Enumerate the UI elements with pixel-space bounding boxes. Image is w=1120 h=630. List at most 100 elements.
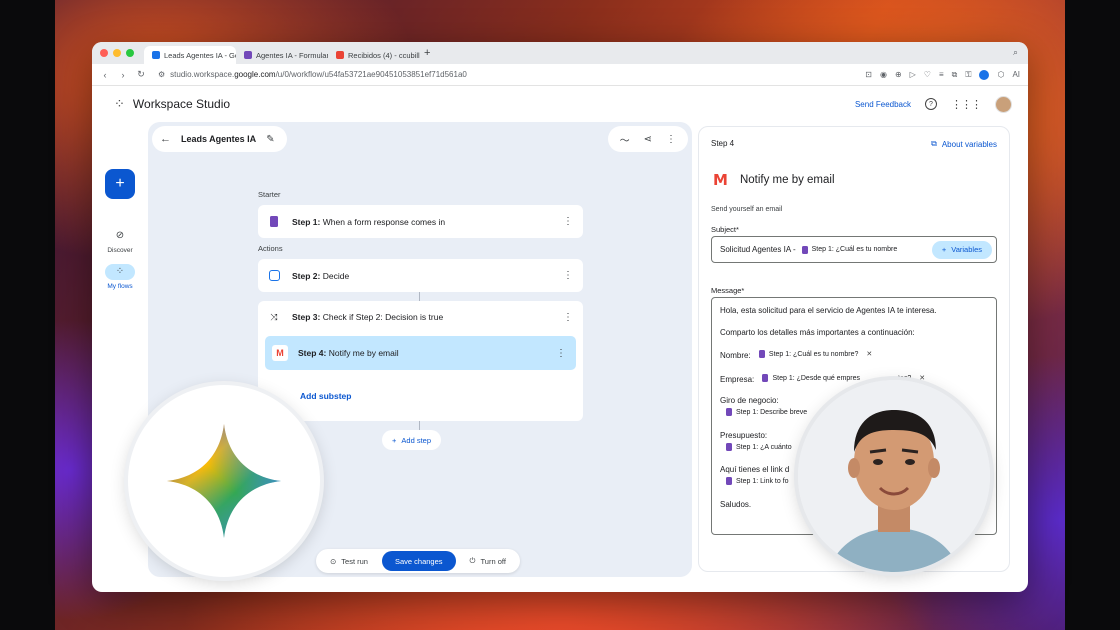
gmail-favicon-icon: [336, 51, 344, 59]
subject-input[interactable]: Solicitud Agentes IA - Step 1: ¿Cuál es …: [711, 236, 997, 263]
reading-list-icon[interactable]: ≡: [939, 70, 944, 79]
install-app-icon[interactable]: ⊡: [865, 70, 872, 79]
share-icon[interactable]: ⋖: [644, 134, 652, 145]
flow-action-bar: ⊙ Test run Save changes ⏻ Turn off: [316, 549, 520, 573]
create-flow-button[interactable]: +: [105, 169, 135, 199]
window-controls: [100, 49, 134, 57]
url-text: studio.workspace.google.com/u/0/workflow…: [170, 70, 467, 79]
url-field[interactable]: ⚙ studio.workspace.google.com/u/0/workfl…: [158, 70, 467, 79]
camera-icon[interactable]: ◉: [880, 70, 887, 79]
variable-chip[interactable]: Step 1: ¿A cuánto: [726, 443, 792, 451]
giro-label: Giro de negocio:: [720, 396, 779, 405]
translate-icon[interactable]: ⊕: [895, 70, 902, 79]
google-forms-icon: [726, 443, 732, 451]
rail-label: Discover: [107, 247, 133, 254]
gemini-spark-icon: [166, 423, 282, 539]
tab-bar: Leads Agentes IA - Goo Agentes IA - Form…: [92, 42, 1028, 64]
back-arrow-icon[interactable]: ←: [160, 133, 171, 145]
new-tab-icon[interactable]: +: [424, 47, 430, 59]
cube-icon[interactable]: ⬡: [997, 70, 1004, 79]
save-changes-button[interactable]: Save changes: [381, 551, 456, 571]
test-run-label: Test run: [341, 556, 368, 566]
gemini-badge: [128, 385, 320, 577]
letterbox-right: [1065, 0, 1120, 630]
header-actions: Send Feedback ? ⋮⋮⋮: [855, 95, 1012, 113]
apps-grid-icon[interactable]: ⋮⋮⋮: [951, 98, 982, 111]
connector-line: [419, 421, 420, 430]
maximize-window-button[interactable]: [126, 49, 134, 57]
reload-icon[interactable]: ↻: [136, 69, 146, 80]
back-arrow-icon[interactable]: ‹: [100, 70, 110, 80]
link-chip-line: Step 1: Link to fo: [726, 477, 789, 487]
address-bar: ‹ › ↻ ⚙ studio.workspace.google.com/u/0/…: [92, 64, 1028, 86]
add-step-label: Add step: [401, 435, 431, 445]
extension-blue-icon[interactable]: [979, 69, 990, 80]
more-vert-icon[interactable]: ⋮: [563, 270, 573, 281]
panel-description: Send yourself an email: [711, 206, 783, 213]
chip-label: Step 1: ¿Cuál es tu nombre: [811, 246, 898, 253]
activity-chart-icon[interactable]: 〜: [620, 132, 630, 147]
nombre-label: Nombre:: [720, 351, 751, 360]
workspace-studio-logo-icon: ⁘: [114, 96, 125, 111]
variables-button[interactable]: + Variables: [931, 240, 992, 259]
google-forms-icon: [726, 477, 732, 485]
minimize-window-button[interactable]: [113, 49, 121, 57]
browser-tab-2[interactable]: Agentes IA - Formulario: [236, 46, 328, 64]
starter-label: Starter: [258, 190, 281, 199]
more-vert-icon[interactable]: ⋮: [563, 312, 573, 323]
ai-label[interactable]: AI: [1012, 70, 1020, 79]
variable-chip[interactable]: Step 1: ¿Cuál es tu nombre? ✕: [758, 350, 872, 358]
subject-text: Solicitud Agentes IA -: [720, 245, 796, 254]
more-vert-icon[interactable]: ⋮: [563, 216, 573, 227]
google-forms-icon: [758, 350, 765, 358]
site-info-icon[interactable]: ⚙: [158, 70, 165, 79]
browser-tab-1[interactable]: Leads Agentes IA - Goo: [144, 46, 236, 64]
add-substep-button[interactable]: Add substep: [265, 379, 576, 413]
test-run-button[interactable]: ⊙ Test run: [320, 551, 378, 571]
help-icon[interactable]: ?: [925, 98, 937, 110]
rail-item-my-flows[interactable]: ⁘ My flows: [92, 264, 148, 290]
avatar[interactable]: [995, 95, 1012, 113]
profile-lock-icon[interactable]: ⚿: [965, 70, 971, 80]
rail-item-discover[interactable]: ⊘ Discover: [92, 228, 148, 254]
tab-search-icon[interactable]: ⌕: [1013, 47, 1018, 58]
panel-title: Notify me by email: [739, 174, 835, 186]
flow-title-pill: ← Leads Agentes IA ✎: [152, 126, 287, 152]
turn-off-label: Turn off: [480, 556, 506, 566]
browser-tab-3[interactable]: Recibidos (4) - ccubilla: [328, 46, 420, 64]
more-vert-icon[interactable]: ⋮: [556, 348, 566, 359]
flow-title: Leads Agentes IA: [181, 134, 257, 144]
variable-chip[interactable]: Step 1: Link to fo: [726, 477, 789, 485]
extensions-icon[interactable]: ⧉: [952, 70, 958, 80]
open-external-icon: ⧉: [931, 139, 937, 148]
step-2-card[interactable]: Step 2: Decide ⋮: [258, 259, 583, 292]
turn-off-button[interactable]: ⏻ Turn off: [460, 551, 516, 571]
step-3-label: Step 3: Check if Step 2: Decision is tru…: [292, 312, 444, 322]
close-window-button[interactable]: [100, 49, 108, 57]
edit-pencil-icon[interactable]: ✎: [266, 134, 274, 145]
cast-icon[interactable]: ▷: [910, 70, 916, 79]
more-vert-icon[interactable]: ⋮: [666, 134, 676, 145]
step-1-card[interactable]: Step 1: When a form response comes in ⋮: [258, 205, 583, 238]
google-forms-icon: [268, 216, 280, 228]
remove-chip-icon[interactable]: ✕: [866, 350, 872, 358]
forward-arrow-icon[interactable]: ›: [118, 70, 128, 80]
bookmark-heart-icon[interactable]: ♡: [924, 70, 931, 79]
message-label: Message*: [711, 286, 745, 295]
variable-chip[interactable]: Step 1: Describe breve: [726, 408, 807, 416]
link-label: Aquí tienes el link d: [720, 465, 790, 474]
chip-label: Step 1: ¿Cuál es tu nombre?: [768, 350, 859, 358]
about-variables-link[interactable]: ⧉ About variables: [931, 139, 997, 149]
step-4-card[interactable]: M Step 4: Notify me by email ⋮: [265, 336, 576, 370]
remove-chip-icon[interactable]: ✕: [919, 374, 925, 382]
google-forms-icon: [801, 245, 808, 254]
variable-chip[interactable]: Step 1: ¿Cuál es tu nombre: [801, 245, 898, 254]
step-3-header[interactable]: ⤨ Step 3: Check if Step 2: Decision is t…: [268, 311, 573, 323]
google-forms-icon: [726, 408, 732, 416]
tab-label: Leads Agentes IA - Goo: [164, 50, 236, 60]
branch-icon: ⤨: [270, 311, 278, 322]
send-feedback-link[interactable]: Send Feedback: [855, 100, 911, 109]
message-line: Comparto los detalles más importantes a …: [720, 328, 915, 337]
step-2-label: Step 2: Decide: [292, 270, 350, 281]
add-step-button[interactable]: + Add step: [382, 430, 441, 450]
